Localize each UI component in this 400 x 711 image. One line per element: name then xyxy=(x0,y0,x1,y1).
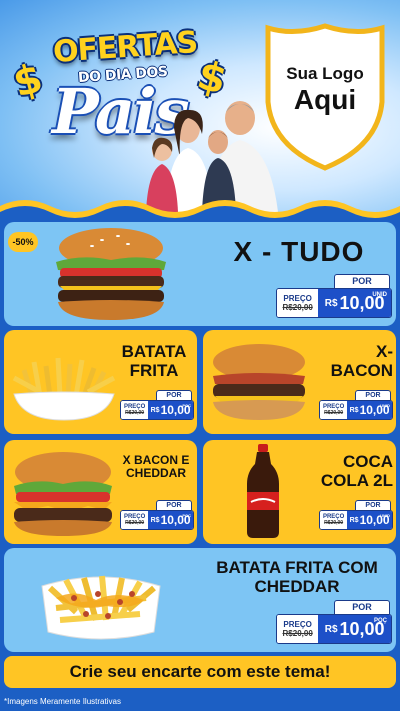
price-tag: POR PREÇO R$20,00 R$ 10,00 UNID xyxy=(319,390,393,422)
logo-text-line1: Sua Logo xyxy=(286,64,364,83)
price-por-label: POR xyxy=(334,274,390,288)
price-unit: UNID xyxy=(380,513,390,518)
product-name-line2: BACON xyxy=(330,361,393,381)
product-name-x-bacon-cheddar: X BACON E CHEDDAR xyxy=(116,453,196,481)
price-preco-label: PREÇO xyxy=(283,620,312,629)
price-preco-label: PREÇO xyxy=(283,294,312,303)
price-por-label: POR xyxy=(334,600,390,614)
dollar-sign-left: $ xyxy=(8,55,48,107)
header-banner: $ $ OFERTAS DO DIA DOS Pais Sua Logo Aqu… xyxy=(0,0,400,212)
price-unit: UNID xyxy=(380,403,390,408)
disclaimer-text: *Imagens Meramente Ilustrativas xyxy=(4,697,121,706)
cheddar-burger-icon xyxy=(14,452,112,536)
price-tag: POR PREÇO R$20,00 R$ 10,00 UNID xyxy=(319,500,393,532)
product-name-line1: BATATA FRITA COM xyxy=(216,558,378,577)
old-price: R$20,00 xyxy=(282,629,313,638)
cheddar-fries-icon xyxy=(41,575,161,640)
price-tag: POR PREÇO R$20,00 R$ 10,00 POÇ xyxy=(276,600,392,646)
product-card-x-bacon-cheddar: X BACON E CHEDDAR POR PREÇO R$20,00 R$ 1… xyxy=(4,440,197,544)
old-price: R$20,00 xyxy=(324,520,344,526)
product-name-line1: X BACON E xyxy=(122,453,190,467)
logo-placeholder: Sua Logo Aqui xyxy=(264,22,386,172)
price-unit: POÇ xyxy=(182,513,191,518)
price-unit: POÇ xyxy=(182,403,191,408)
currency: R$ xyxy=(349,516,359,524)
discount-badge: -50% xyxy=(8,232,38,252)
product-name-coca-cola: COCA COLA 2L xyxy=(313,452,393,490)
old-price: R$20,00 xyxy=(282,303,313,312)
bacon-burger-icon xyxy=(213,344,305,420)
soda-bottle-icon xyxy=(247,444,279,538)
currency: R$ xyxy=(349,406,359,414)
old-price: R$20,00 xyxy=(125,410,145,416)
product-name-line1: BATATA xyxy=(121,342,187,361)
burger-icon xyxy=(56,228,166,320)
product-card-batata-frita: BATATA FRITA POR PREÇO R$20,00 R$ 10,00 … xyxy=(4,330,197,434)
product-card-x-tudo: X - TUDO POR PREÇO R$20,00 R$ 10,00 UNID xyxy=(4,222,396,326)
product-name-line2: COLA 2L xyxy=(320,471,393,491)
product-card-batata-cheddar: BATATA FRITA COM CHEDDAR POR PREÇO R$20,… xyxy=(4,548,396,652)
product-card-x-bacon: X- BACON POR PREÇO R$20,00 R$ 10,00 UNID xyxy=(203,330,396,434)
price-por-label: POR xyxy=(156,500,192,510)
currency: R$ xyxy=(324,297,338,309)
wave-divider xyxy=(0,200,400,220)
product-name-x-bacon: X- BACON xyxy=(313,342,393,380)
price-por-label: POR xyxy=(355,500,391,510)
price-tag: POR PREÇO R$20,00 R$ 10,00 UNID xyxy=(276,274,392,320)
fries-icon xyxy=(12,357,116,421)
currency: R$ xyxy=(150,516,160,524)
cta-banner[interactable]: Crie seu encarte com este tema! xyxy=(4,656,396,688)
product-name-line2: FRITA xyxy=(129,361,179,381)
dollar-sign-right: $ xyxy=(192,52,232,104)
product-name-line2: CHEDDAR xyxy=(126,466,186,481)
price-tag: POR PREÇO R$20,00 R$ 10,00 POÇ xyxy=(120,500,194,532)
product-name-x-tudo: X - TUDO xyxy=(233,236,365,267)
product-name-batata-frita: BATATA FRITA xyxy=(114,342,194,380)
product-card-coca-cola: COCA COLA 2L POR PREÇO R$20,00 R$ 10,00 … xyxy=(203,440,396,544)
logo-text-line2: Aqui xyxy=(293,84,357,115)
product-name-line2: CHEDDAR xyxy=(254,577,340,597)
currency: R$ xyxy=(150,406,160,414)
price-tag: POR PREÇO R$20,00 R$ 10,00 POÇ xyxy=(120,390,194,422)
product-name-batata-cheddar: BATATA FRITA COM CHEDDAR xyxy=(202,558,392,596)
product-name-line1: X- xyxy=(376,342,393,361)
old-price: R$20,00 xyxy=(125,520,145,526)
price-por-label: POR xyxy=(156,390,192,400)
old-price: R$20,00 xyxy=(324,410,344,416)
price-unit: UNID xyxy=(372,292,387,298)
price-unit: POÇ xyxy=(373,618,387,624)
family-photo xyxy=(146,101,278,212)
currency: R$ xyxy=(324,623,338,635)
product-name-line1: COCA xyxy=(342,452,393,471)
promo-title-ofertas: OFERTAS xyxy=(51,25,199,70)
price-por-label: POR xyxy=(355,390,391,400)
